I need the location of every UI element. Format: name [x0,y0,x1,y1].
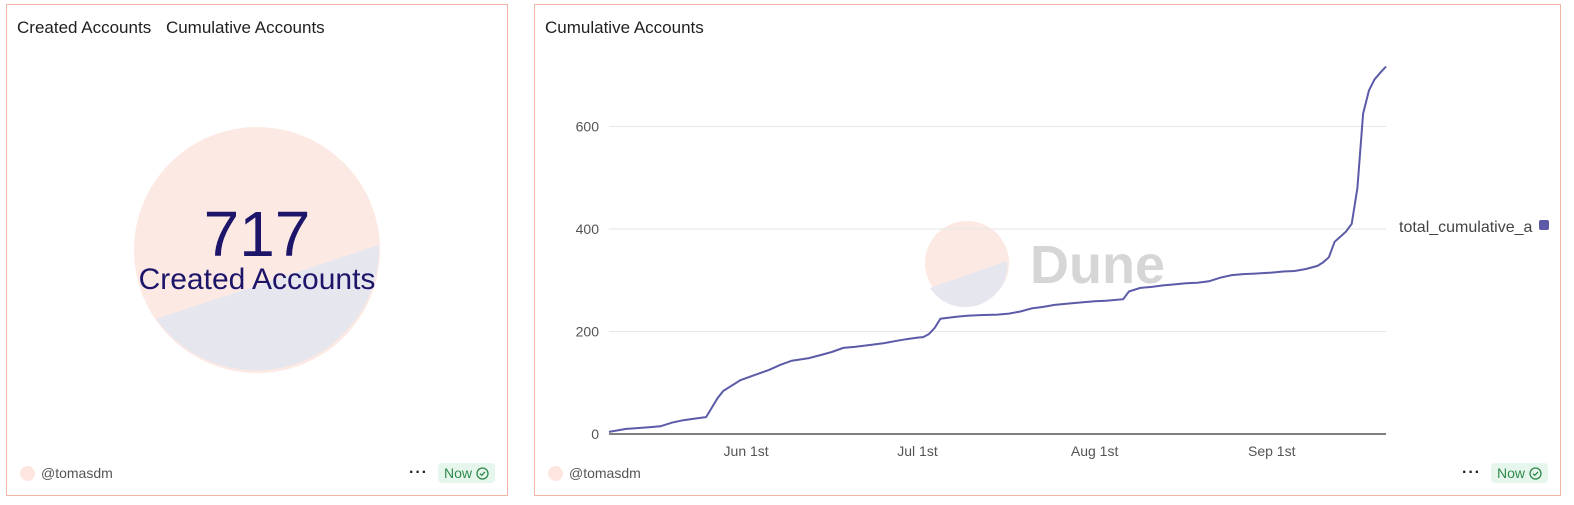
legend-swatch [1539,220,1549,230]
status-text: Now [1496,465,1525,481]
cumulative-accounts-card: Cumulative Accounts Dune 0 200 400 600 Jun … [534,4,1561,496]
author-name: @tomasdm [569,465,641,481]
legend-label: total_cumulative_a [1399,219,1533,236]
check-circle-icon [1529,466,1542,480]
created-accounts-card: Created Accounts Cumulative Accounts 717… [6,4,508,496]
more-options-icon[interactable]: ··· [1462,464,1481,482]
card-footer-actions: ··· Now [409,463,495,483]
author[interactable]: @tomasdm [20,465,113,481]
status-badge[interactable]: Now [1490,463,1548,483]
x-tick-label: Aug 1st [1071,443,1119,459]
more-options-icon[interactable]: ··· [409,464,428,482]
card-footer-actions: ··· Now [1462,463,1548,483]
watermark-text: Dune [1030,235,1165,295]
line-chart: Dune 0 200 400 600 Jun 1st Jul 1st Aug 1st Sep… [576,65,1549,459]
counter-label: Created Accounts [138,263,376,296]
x-tick-label: Jun 1st [724,443,769,459]
author-name: @tomasdm [41,465,113,481]
y-tick-label: 200 [576,324,600,340]
legend[interactable]: total_cumulative_a [1399,219,1549,236]
avatar [20,465,35,481]
counter-value: 717 [203,198,311,270]
y-tick-label: 400 [576,221,600,237]
avatar [548,465,563,481]
author[interactable]: @tomasdm [548,465,641,481]
check-circle-icon [476,466,489,480]
x-tick-label: Sep 1st [1248,443,1296,459]
counter-visual: 717 Created Accounts [7,5,507,495]
y-tick-label: 0 [591,426,599,442]
x-tick-label: Jul 1st [897,443,938,459]
y-tick-label: 600 [576,119,600,135]
dune-watermark: Dune [925,221,1165,308]
status-badge[interactable]: Now [437,463,495,483]
status-text: Now [443,465,472,481]
